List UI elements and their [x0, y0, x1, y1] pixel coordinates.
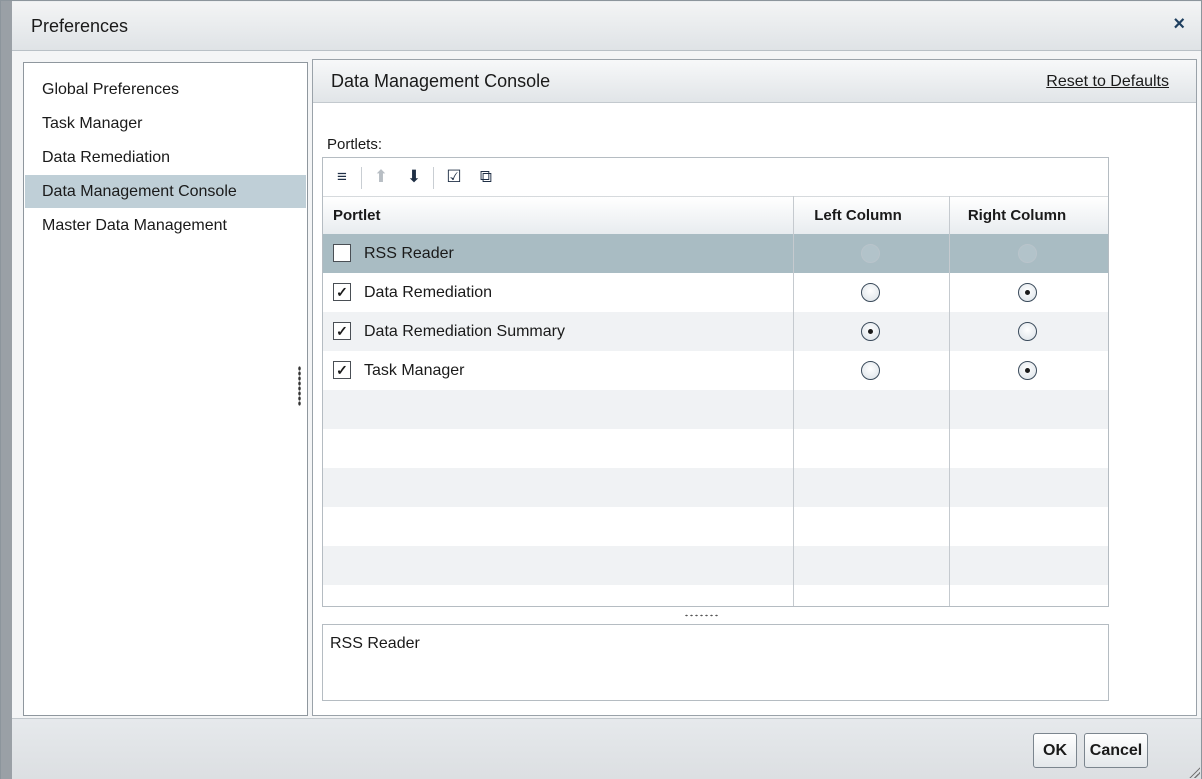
cancel-button[interactable]: Cancel [1084, 733, 1148, 768]
portlet-label: Task Manager [364, 362, 465, 379]
move-down-icon[interactable]: ⬇ [403, 165, 425, 189]
column-header-left-column[interactable]: Left Column [808, 197, 908, 235]
panel-header: Data Management Console Reset to Default… [313, 60, 1196, 103]
restore-window-icon[interactable]: ⧉ [475, 165, 497, 189]
background-edge [1, 1, 12, 779]
dialog-title: Preferences [31, 16, 129, 36]
left-column-radio [861, 244, 880, 263]
portlet-label: Data Remediation Summary [364, 323, 565, 340]
dialog-content: Global Preferences Task Manager Data Rem… [12, 51, 1201, 718]
preferences-nav: Global Preferences Task Manager Data Rem… [23, 62, 308, 716]
column-divider [793, 196, 794, 606]
portlets-table: ≡ ⬆ ⬇ ☑ ⧉ Portlet Left Column Right Colu… [322, 157, 1109, 607]
portlet-label: Data Remediation [364, 284, 493, 301]
nav-item-task-manager[interactable]: Task Manager [25, 107, 306, 140]
table-row[interactable]: ✓ Data Remediation [323, 273, 1108, 312]
table-row[interactable]: ✓ Data Remediation Summary [323, 312, 1108, 351]
toolbar-separator [433, 167, 434, 189]
right-column-radio[interactable] [1018, 361, 1037, 380]
radio-selected-dot [1025, 368, 1030, 373]
right-column-radio[interactable] [1018, 283, 1037, 302]
radio-selected-dot [1025, 290, 1030, 295]
empty-table-row [323, 546, 1108, 585]
ok-button[interactable]: OK [1033, 733, 1077, 768]
table-header-row: Portlet Left Column Right Column [323, 196, 1108, 234]
dialog-titlebar: Preferences × [12, 2, 1201, 51]
left-column-radio[interactable] [861, 283, 880, 302]
column-header-right-column[interactable]: Right Column [957, 197, 1077, 235]
empty-table-row [323, 390, 1108, 429]
portlets-toolbar: ≡ ⬆ ⬇ ☑ ⧉ [323, 158, 1108, 196]
empty-table-row [323, 468, 1108, 507]
close-icon[interactable]: × [1173, 13, 1185, 36]
panel-title: Data Management Console [331, 71, 551, 91]
right-column-radio[interactable] [1018, 322, 1037, 341]
portlet-checkbox[interactable]: ✓ [333, 283, 351, 301]
portlets-label: Portlets: [327, 136, 383, 153]
right-column-radio [1018, 244, 1037, 263]
portlet-checkbox[interactable]: ✓ [333, 322, 351, 340]
toolbar-separator [361, 167, 362, 189]
empty-table-row [323, 429, 1108, 468]
vertical-splitter-handle[interactable] [298, 366, 301, 406]
resize-grip-icon[interactable] [1188, 766, 1200, 778]
portlet-description: RSS Reader [322, 624, 1109, 701]
settings-panel: Data Management Console Reset to Default… [312, 59, 1197, 716]
nav-item-data-management-console[interactable]: Data Management Console [25, 175, 306, 208]
radio-selected-dot [868, 329, 873, 334]
left-column-radio[interactable] [861, 322, 880, 341]
portlet-checkbox[interactable] [333, 244, 351, 262]
portlet-checkbox[interactable]: ✓ [333, 361, 351, 379]
menu-lines-icon[interactable]: ≡ [331, 165, 353, 189]
nav-item-global-preferences[interactable]: Global Preferences [25, 73, 306, 106]
horizontal-splitter-handle[interactable] [684, 614, 720, 617]
move-up-icon[interactable]: ⬆ [370, 165, 392, 189]
reset-to-defaults-link[interactable]: Reset to Defaults [1046, 73, 1169, 91]
nav-item-data-remediation[interactable]: Data Remediation [25, 141, 306, 174]
empty-table-row [323, 507, 1108, 546]
dialog-footer: OK Cancel [12, 718, 1201, 779]
edit-checkbox-icon[interactable]: ☑ [443, 165, 465, 189]
portlet-label: RSS Reader [364, 245, 454, 262]
table-row[interactable]: RSS Reader [323, 234, 1108, 273]
nav-item-master-data-management[interactable]: Master Data Management [25, 209, 306, 242]
column-divider [949, 196, 950, 606]
column-header-portlet[interactable]: Portlet [333, 197, 381, 235]
table-row[interactable]: ✓ Task Manager [323, 351, 1108, 390]
preferences-dialog: Preferences × Global Preferences Task Ma… [0, 0, 1202, 779]
left-column-radio[interactable] [861, 361, 880, 380]
